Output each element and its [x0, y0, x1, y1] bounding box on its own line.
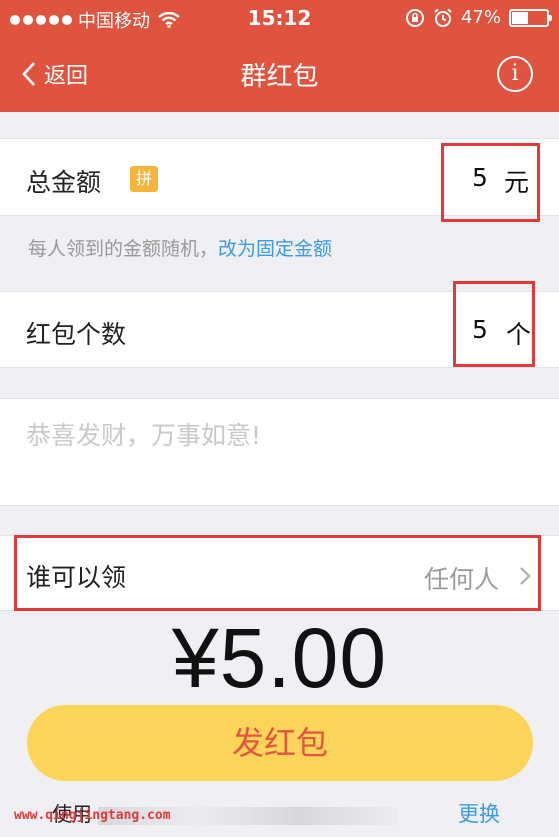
app-header: 中国移动 15:12 47% 返回 群红包 i [0, 0, 559, 112]
hint-text: 每人领到的金额随机， [28, 238, 219, 260]
total-amount-display: ¥5.00 [171, 611, 388, 705]
message-input[interactable] [0, 398, 559, 506]
packet-count-label: 红包个数 [26, 320, 127, 349]
battery-percent: 47% [460, 7, 501, 28]
total-amount-label: 总金额 [26, 168, 102, 197]
highlight-box-count [453, 281, 535, 367]
alarm-icon [434, 8, 452, 27]
info-icon[interactable]: i [497, 56, 533, 92]
send-red-packet-button[interactable]: 发红包 [27, 705, 533, 781]
lucky-badge: 拼 [130, 166, 158, 192]
message-placeholder: 恭喜发财，万事如意! [26, 421, 262, 450]
highlight-box-amount [441, 143, 540, 222]
battery-icon [509, 8, 552, 27]
watermark: www.qingjingtang.com [14, 808, 171, 823]
nav-bar: 返回 群红包 i [0, 38, 559, 112]
amount-hint: 每人领到的金额随机，改为固定金额 [28, 234, 332, 261]
status-bar: 中国移动 15:12 47% [0, 0, 559, 38]
status-right: 47% [405, 7, 552, 28]
rotation-lock-icon [405, 8, 424, 27]
page-title: 群红包 [240, 62, 319, 92]
fixed-amount-link[interactable]: 改为固定金额 [218, 238, 332, 260]
highlight-box-who [14, 535, 541, 611]
change-link[interactable]: 更换 [458, 798, 500, 828]
